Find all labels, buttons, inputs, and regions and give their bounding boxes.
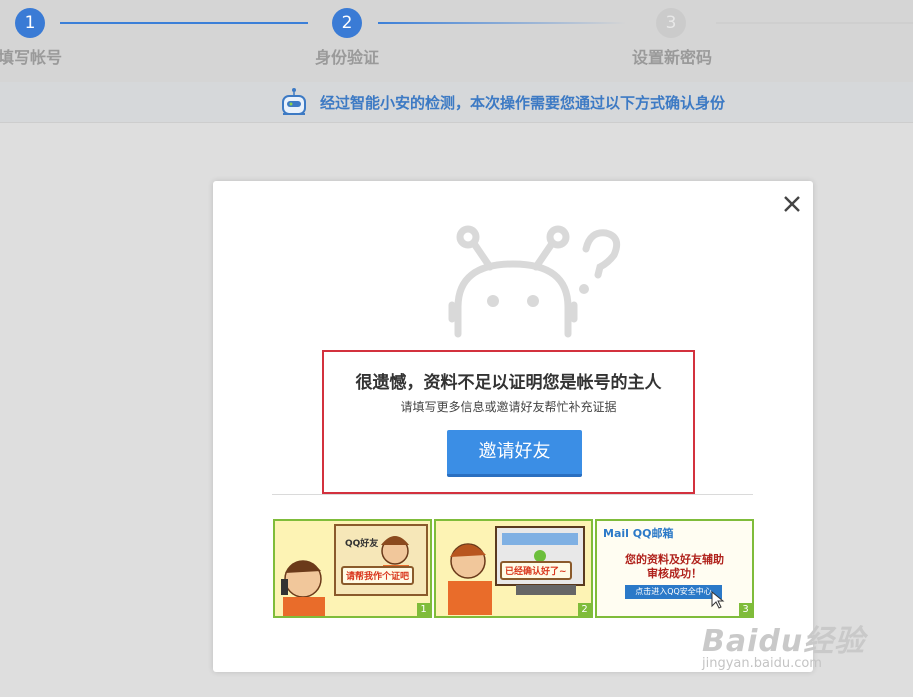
watermark-url: jingyan.baidu.com [702, 656, 822, 671]
speech-bubble: 已经确认好了~ [500, 561, 572, 580]
success-message-line-1: 您的资料及好友辅助 [625, 553, 724, 566]
baidu-watermark: Baidu经验 jingyan.baidu.com [702, 600, 902, 680]
result-message-box: 很遗憾，资料不足以证明您是帐号的主人 请填写更多信息或邀请好友帮忙补充证据 邀请… [322, 350, 695, 494]
step-connector [716, 22, 913, 24]
invite-friend-button[interactable]: 邀请好友 [447, 430, 582, 477]
guide-panel-1: QQ好友 请帮我作个证吧 1 [273, 519, 432, 618]
notice-text: 经过智能小安的检测，本次操作需要您通过以下方式确认身份 [320, 94, 726, 112]
watermark-logo: Baidu经验 [702, 624, 866, 659]
step-3-circle: 3 [656, 8, 686, 38]
step-2-label: 身份验证 [315, 48, 380, 67]
step-2-circle: 2 [332, 8, 362, 38]
step-1-circle: 1 [15, 8, 45, 38]
step-1-label: 填写帐号 [0, 48, 63, 67]
dialog-subtitle: 请填写更多信息或邀请好友帮忙补充证据 [400, 400, 617, 414]
panel-number: 1 [417, 603, 430, 616]
divider [272, 494, 753, 495]
success-message: 您的资料及好友辅助 审核成功！ [597, 553, 752, 581]
step-connector [60, 22, 308, 24]
step-3-label: 设置新密码 [632, 48, 713, 67]
qq-friend-label: QQ好友 [345, 539, 379, 549]
confused-robot-icon [448, 225, 621, 338]
verification-dialog: 很遗憾，资料不足以证明您是帐号的主人 请填写更多信息或邀请好友帮忙补充证据 邀请… [213, 181, 813, 672]
guide-panel-2: 已经确认好了~ 2 [434, 519, 593, 618]
step-progress-bar: 1 2 3 填写帐号 身份验证 设置新密码 [0, 0, 913, 82]
speech-bubble: 请帮我作个证吧 [341, 566, 415, 585]
qq-mail-logo: Mail QQ邮箱 [603, 527, 674, 540]
panel-number: 2 [578, 603, 591, 616]
step-connector [378, 22, 626, 24]
security-center-link: 点击进入QQ安全中心 [625, 585, 722, 599]
dialog-title: 很遗憾，资料不足以证明您是帐号的主人 [355, 373, 662, 393]
notice-bar: 经过智能小安的检测，本次操作需要您通过以下方式确认身份 [0, 82, 913, 123]
robot-icon [282, 88, 306, 115]
close-icon[interactable] [779, 191, 805, 217]
success-message-line-2: 审核成功！ [647, 567, 702, 580]
